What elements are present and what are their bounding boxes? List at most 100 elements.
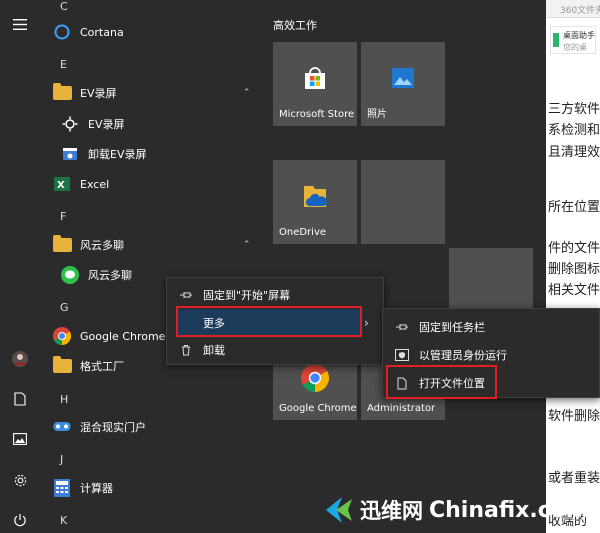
desktop-helper-card[interactable]: 桌面助手 您的桌 [550,26,596,54]
hamburger-icon[interactable] [8,13,32,35]
folder-icon [52,235,72,255]
folder-label: 格式工厂 [80,360,124,373]
card-title: 桌面助手 [563,31,595,40]
start-menu-rail [0,0,40,533]
document-line: 系检测和 [548,123,600,138]
app-label: 卸载EV录屏 [88,148,147,161]
document-line: 件的文件 [548,241,600,256]
mixed-reality-icon [52,417,72,437]
background-document: 360文件夹显 桌面助手 您的桌 三方软件 系检测和 且清理效果 所在位置, 件… [546,0,600,533]
chat-icon [60,265,80,285]
highlight-box-open-location [386,365,497,399]
uninstall-icon [60,144,80,164]
document-line: 软件删除 [548,409,600,424]
app-google-chrome[interactable]: Google Chrome [52,323,165,349]
document-header-text: 360文件夹显 [560,6,600,16]
watermark-logo-icon [324,495,356,525]
menu-item-uninstall[interactable]: 卸载 [167,336,383,364]
folder-icon [52,83,72,103]
menu-item-label: 以管理员身份运行 [419,349,507,362]
chevron-right-icon: › [364,316,369,330]
folder-label: EV录屏 [80,87,117,100]
app-list: C Cortana E EV录屏 ⌃ EV录屏 卸载EV录屏 X Excel F… [40,0,262,533]
tile-photos[interactable]: 照片 [361,42,445,126]
tile-label: Administrator [367,403,436,414]
app-label: Excel [80,177,110,191]
pictures-icon[interactable] [8,428,32,450]
document-line: 删除图标, [548,262,600,277]
tile-onedrive[interactable]: OneDrive [273,160,357,244]
tile-group-title[interactable]: 高效工作 [273,17,317,33]
menu-item-label: 固定到"开始"屏幕 [203,289,291,302]
document-header: 360文件夹显 [546,0,600,18]
group-letter[interactable]: E [60,58,67,71]
app-fengyun[interactable]: 风云多聊 [60,262,132,288]
app-cortana[interactable]: Cortana [52,19,124,45]
avatar-icon[interactable] [8,348,32,370]
tile-label: 照片 [367,109,387,120]
app-label: 风云多聊 [88,269,132,282]
menu-item-pin-start[interactable]: 固定到"开始"屏幕 [167,281,383,309]
app-label: 计算器 [80,482,113,495]
app-label: EV录屏 [88,118,125,131]
chevron-up-icon[interactable]: ⌃ [243,240,251,250]
document-line: 三方软件 [548,102,600,117]
app-label: 混合现实门户 [80,421,146,434]
group-letter[interactable]: H [60,393,68,406]
folder-ev-recorder[interactable]: EV录屏 [52,80,116,106]
group-letter[interactable]: J [60,453,63,466]
helper-icon [553,33,559,47]
tile-microsoft-store[interactable]: Microsoft Store [273,42,357,126]
app-label: Google Chrome [80,329,166,343]
group-letter[interactable]: K [60,514,67,527]
excel-icon: X [52,174,72,194]
folder-icon [52,356,72,376]
group-letter[interactable]: F [60,210,66,223]
app-ev-recorder[interactable]: EV录屏 [60,111,124,137]
pin-icon [395,320,409,334]
onedrive-folder-icon [301,182,329,210]
calculator-icon [52,478,72,498]
watermark-en: Chinafix.com [429,497,589,523]
admin-shield-icon [395,348,409,362]
menu-item-pin-taskbar[interactable]: 固定到任务栏 [383,313,599,341]
tile-label: OneDrive [279,227,327,238]
document-line: 相关文件时 [548,283,600,298]
watermark: 迅维网 Chinafix.com [324,492,594,528]
trash-icon [179,343,193,357]
chrome-icon [301,364,329,392]
app-label: Cortana [80,25,124,39]
card-subtitle: 您的桌 [563,43,587,52]
document-icon[interactable] [8,388,32,410]
watermark-cn: 迅维网 [360,499,423,523]
menu-item-label: 卸载 [203,344,225,357]
highlight-box-more [176,306,362,337]
cortana-icon [52,22,72,42]
app-excel[interactable]: X Excel [52,171,109,197]
document-line: 或者重装 [548,471,600,486]
tile-label: Microsoft Store [279,109,355,120]
group-letter[interactable]: G [60,301,69,314]
tile-label: Google Chrome [279,403,357,414]
folder-fengyun[interactable]: 风云多聊 [52,232,124,258]
chrome-icon [52,326,72,346]
menu-item-label: 固定到任务栏 [419,321,485,334]
tiles-area: 高效工作 Microsoft Store 照片 OneDrive Google … [262,0,546,533]
svg-text:X: X [57,180,65,191]
power-icon[interactable] [8,509,32,531]
app-ev-uninstall[interactable]: 卸载EV录屏 [60,141,146,167]
store-icon [301,64,329,92]
document-line: 所在位置, [548,200,600,215]
tile-blank[interactable] [361,160,445,244]
folder-format-factory[interactable]: 格式工厂 [52,353,124,379]
gear-icon[interactable] [8,469,32,491]
photos-icon [389,64,417,92]
pin-icon [179,288,193,302]
app-mixed-reality-portal[interactable]: 混合现实门户 [52,414,146,440]
chevron-up-icon[interactable]: ⌃ [243,88,251,98]
folder-label: 风云多聊 [80,239,124,252]
group-letter[interactable]: C [60,0,68,13]
document-line: 且清理效果 [548,145,600,160]
ev-recorder-icon [60,114,80,134]
app-calculator[interactable]: 计算器 [52,475,113,501]
